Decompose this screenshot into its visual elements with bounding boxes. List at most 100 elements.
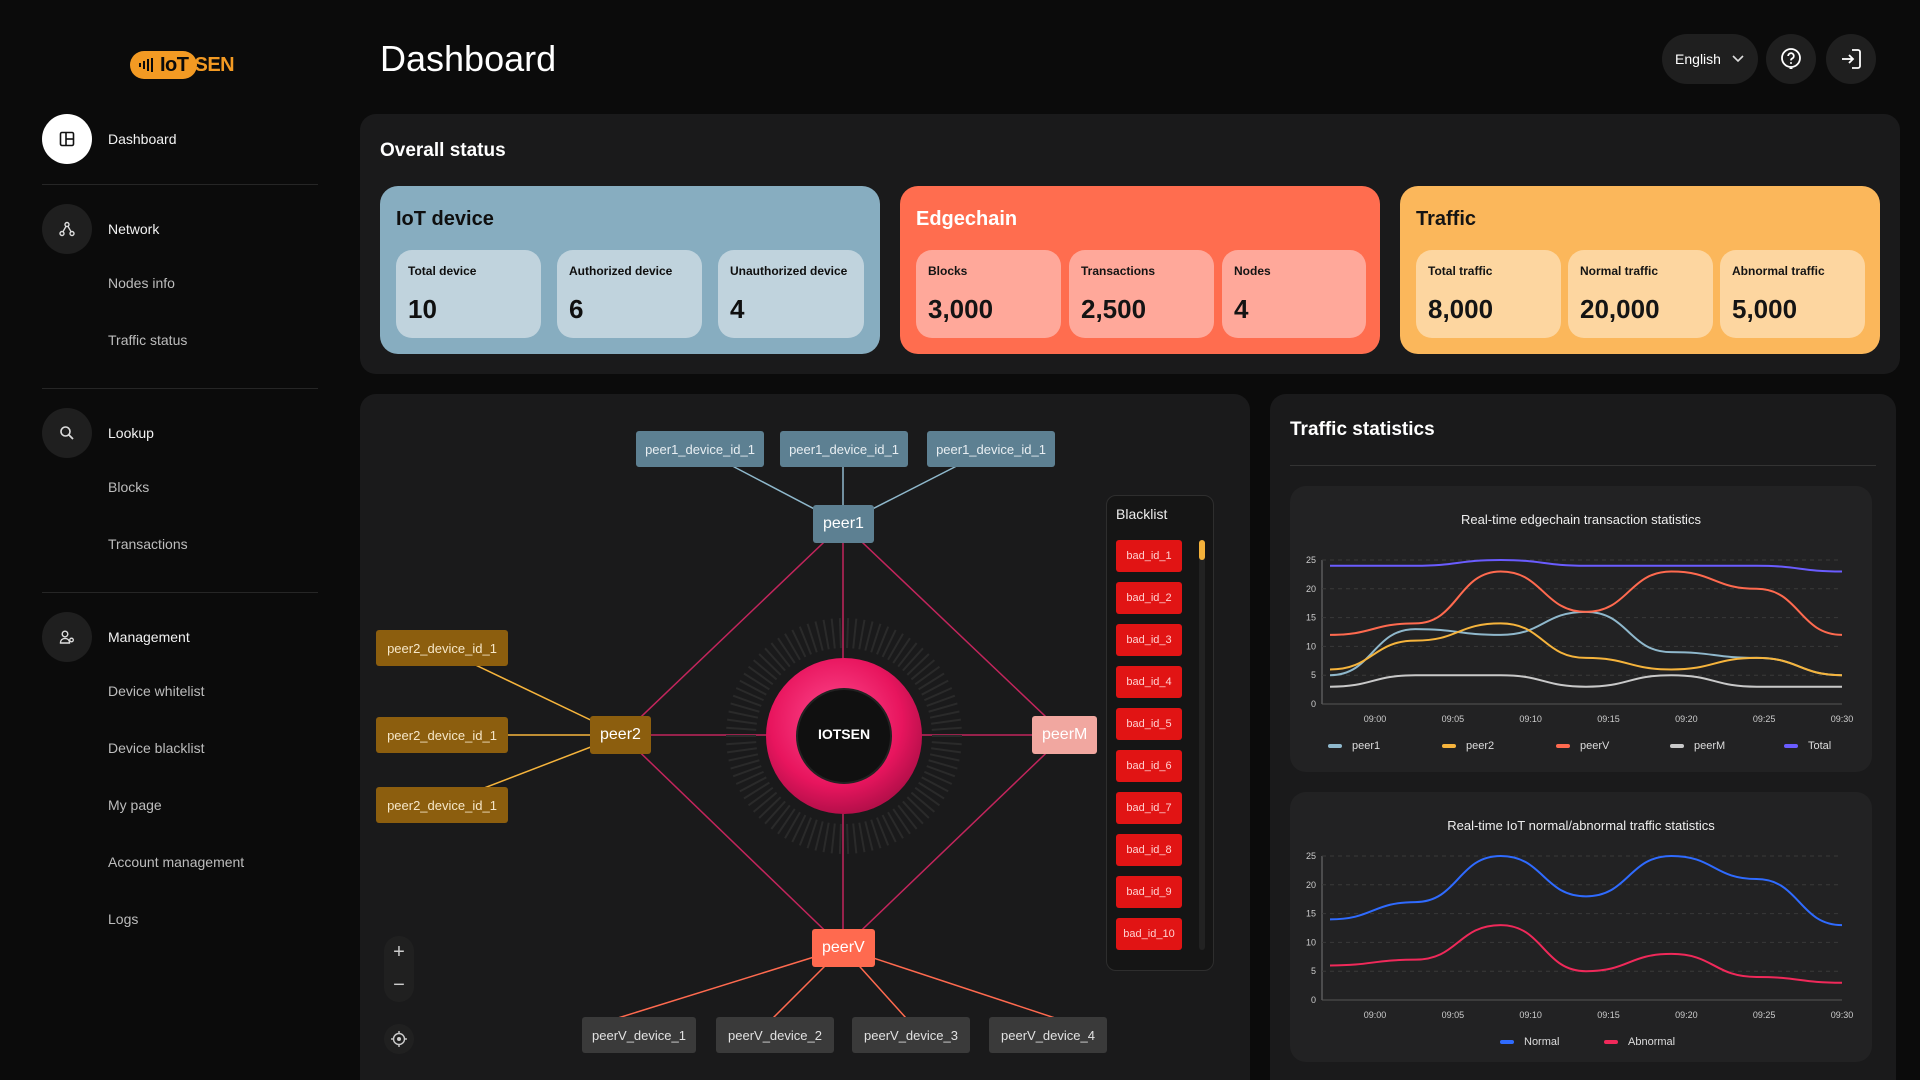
ring-tick [764,647,786,672]
legend-item[interactable]: peerV [1556,740,1670,752]
traffic-statistics-title: Traffic statistics [1290,419,1435,440]
blacklist-item[interactable]: bad_id_10 [1116,918,1182,950]
legend-swatch [1328,744,1342,748]
ring-tick [852,618,858,649]
legend-item[interactable]: peerM [1670,740,1784,752]
ring-tick [929,753,960,762]
ring-tick [858,619,866,650]
y-tick-label: 5 [1311,966,1316,976]
legend-item[interactable]: Normal [1500,1036,1604,1048]
zoom-controls: + − [384,936,414,1002]
legend-item[interactable]: Abnormal [1604,1036,1708,1048]
peer2-device-node[interactable]: peer2_device_id_1 [376,717,508,753]
blacklist-item[interactable]: bad_id_3 [1116,624,1182,656]
ring-tick [838,823,842,854]
chart-legend: peer1 peer2 peerV peerM Total [1328,740,1898,752]
blacklist-item[interactable]: bad_id_1 [1116,540,1182,572]
ring-tick [887,633,904,661]
x-tick-label: 09:10 [1519,714,1542,724]
y-tick-label: 25 [1306,851,1316,861]
legend-label: peerV [1580,740,1610,752]
legend-swatch [1500,1040,1514,1044]
blacklist-item[interactable]: bad_id_9 [1116,876,1182,908]
legend-swatch [1670,744,1684,748]
iot-traffic-chart: Real-time IoT normal/abnormal traffic st… [1290,792,1872,1062]
legend-swatch [1556,744,1570,748]
peer2-device-node[interactable]: peer2_device_id_1 [376,630,508,666]
legend-item[interactable]: Total [1784,740,1898,752]
zoom-in-button[interactable]: + [384,936,414,969]
blacklist-scrollbar[interactable] [1199,540,1205,950]
ring-tick [906,796,930,819]
ring-tick [918,672,945,691]
x-tick-label: 09:20 [1675,714,1698,724]
legend-item[interactable]: peer2 [1442,740,1556,752]
edgechain-transaction-chart: Real-time edgechain transaction statisti… [1290,486,1872,772]
ring-tick [822,619,830,650]
peer1-device-node[interactable]: peer1_device_id_1 [927,431,1055,467]
peer1-device-node[interactable]: peer1_device_id_1 [636,431,764,467]
ring-tick [752,791,778,813]
x-tick-label: 09:00 [1364,714,1387,724]
line-chart: 0 5 10 15 20 25 09:00 09:05 09:10 09:15 09:20 09:25… [1306,555,1853,724]
legend-item[interactable]: peer1 [1328,740,1442,752]
peer2-device-node[interactable]: peer2_device_id_1 [376,787,508,823]
x-tick-label: 09:10 [1519,1010,1542,1020]
ring-tick [784,633,801,661]
blacklist-item[interactable]: bad_id_4 [1116,666,1182,698]
blacklist-item[interactable]: bad_id_7 [1116,792,1182,824]
peer1-node[interactable]: peer1 [813,505,874,543]
peerV-device-node[interactable]: peerV_device_2 [716,1017,834,1053]
chart-legend: Normal Abnormal [1500,1036,1708,1048]
series-line-peerM [1329,674,1842,688]
ring-tick [838,618,842,649]
line-chart: 0 5 10 15 20 25 09:00 09:05 09:10 09:15 09:20 09:25… [1306,851,1853,1020]
ring-tick [822,822,830,853]
peer1-device-node[interactable]: peer1_device_id_1 [780,431,908,467]
ring-tick [747,665,774,686]
ring-tick [784,811,801,839]
ring-tick [758,653,782,676]
series-line-peer1 [1329,610,1843,677]
ring-tick [777,637,796,664]
x-tick-label: 09:25 [1753,1010,1776,1020]
peerV-device-node[interactable]: peerV_device_1 [582,1017,696,1053]
ring-tick [846,823,850,854]
legend-label: peerM [1694,740,1726,752]
peerV-device-node[interactable]: peerV_device_3 [852,1017,970,1053]
series-line-peer2 [1329,622,1843,677]
blacklist-item[interactable]: bad_id_5 [1116,708,1182,740]
zoom-out-button[interactable]: − [384,969,414,1002]
peerM-node[interactable]: peerM [1032,716,1098,754]
x-tick-label: 09:15 [1597,714,1620,724]
blacklist-item[interactable]: bad_id_2 [1116,582,1182,614]
locate-button[interactable] [384,1024,414,1054]
ring-tick [846,618,850,649]
legend-label: Abnormal [1628,1036,1676,1048]
legend-label: peer2 [1466,740,1495,752]
ring-tick [747,786,774,807]
divider [1290,465,1876,466]
ring-tick [770,642,791,668]
ring-tick [770,804,791,830]
x-tick-label: 09:05 [1442,1010,1465,1020]
blacklist-item[interactable]: bad_id_8 [1116,834,1182,866]
legend-swatch [1784,744,1798,748]
ring-tick [830,823,836,854]
ring-tick [727,718,757,725]
series-line-Total [1330,558,1843,573]
ring-tick [752,659,778,681]
peerV-node[interactable]: peerV [812,929,875,967]
series-line-Normal [1329,854,1843,927]
peer2-node[interactable]: peer2 [590,716,651,754]
ring-tick [726,726,757,731]
series-line-Abnormal [1329,924,1843,984]
blacklist-panel: Blacklist bad_id_1 bad_id_2 bad_id_3 bad_id… [1106,495,1214,971]
y-tick-label: 25 [1306,555,1316,565]
peerV-device-node[interactable]: peerV_device_4 [989,1017,1107,1053]
legend-label: peer1 [1352,740,1381,752]
blacklist-scroll-thumb[interactable] [1199,540,1205,560]
ring-tick [864,621,874,651]
blacklist-item[interactable]: bad_id_6 [1116,750,1182,782]
ring-tick [887,811,904,839]
